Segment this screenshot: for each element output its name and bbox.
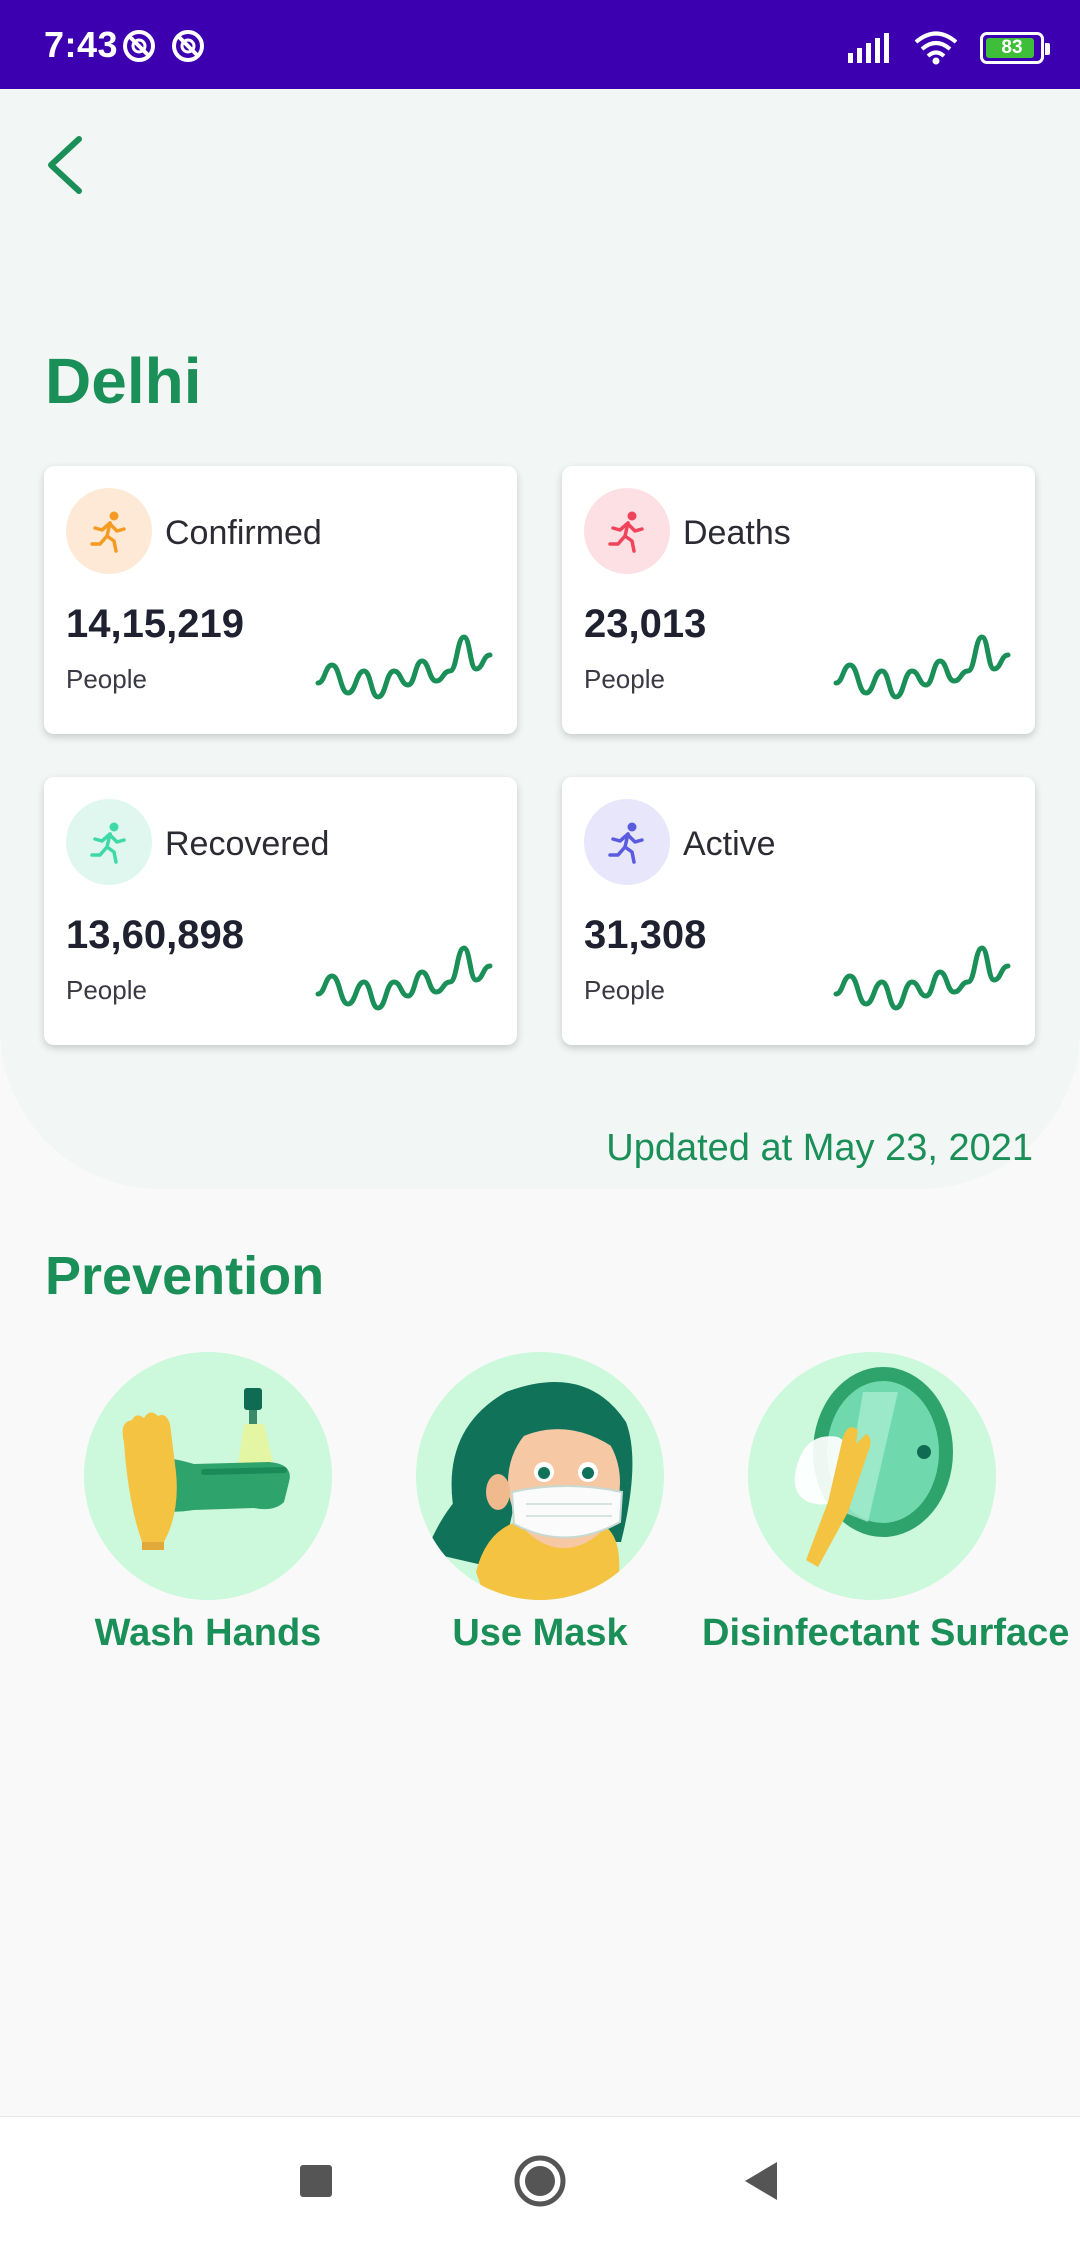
prevention-label: Disinfectant Surface (702, 1612, 1070, 1654)
prevention-title: Prevention (45, 1246, 325, 1306)
stat-unit: People (66, 664, 147, 694)
mask-person-illustration (426, 1382, 633, 1600)
stat-unit: People (66, 975, 147, 1005)
prevention-label: Use Mask (452, 1612, 628, 1654)
status-bar: 7:43 83 (0, 0, 1080, 89)
prevention-circle (84, 1352, 332, 1600)
wash-hands-illustration (122, 1388, 290, 1550)
stat-value: 14,15,219 (66, 602, 244, 646)
recents-square-icon (300, 2165, 332, 2197)
updated-timestamp: Updated at May 23, 2021 (606, 1127, 1033, 1169)
status-time: 7:43 (44, 24, 119, 65)
running-person-icon (90, 822, 126, 864)
stat-value: 13,60,898 (66, 913, 244, 957)
recents-button[interactable] (286, 2151, 346, 2211)
prevention-circle (748, 1352, 996, 1600)
stat-label: Recovered (165, 825, 330, 863)
sparkline-path (315, 634, 493, 700)
prevention-item-disinfectant-surface[interactable]: Disinfectant Surface (702, 1352, 1070, 1672)
card-icon (66, 799, 152, 885)
home-button[interactable] (510, 2151, 570, 2211)
stat-unit: People (584, 664, 665, 694)
stat-card-deaths[interactable]: Deaths 23,013 People (562, 466, 1035, 734)
running-person-icon (608, 822, 644, 864)
sparkline-chart (833, 634, 1011, 700)
do-not-disturb-icon (123, 30, 155, 62)
sparkline-path (833, 945, 1011, 1011)
running-person-icon (90, 511, 126, 553)
back-nav-button[interactable] (731, 2151, 791, 2211)
stat-label: Deaths (683, 514, 791, 552)
prevention-item-wash-hands[interactable]: Wash Hands (38, 1352, 378, 1672)
sparkline-chart (315, 634, 493, 700)
sparkline-chart (833, 945, 1011, 1011)
stat-label: Active (683, 825, 776, 863)
card-icon (584, 488, 670, 574)
battery-icon: 83 (980, 32, 1050, 64)
card-icon (66, 488, 152, 574)
stat-value: 23,013 (584, 602, 707, 646)
sparkline-path (315, 945, 493, 1011)
card-icon (584, 799, 670, 885)
stat-card-active[interactable]: Active 31,308 People (562, 777, 1035, 1045)
prevention-circle (416, 1352, 664, 1600)
page-title: Delhi (45, 345, 202, 417)
prevention-label: Wash Hands (94, 1612, 322, 1654)
sparkline-chart (315, 945, 493, 1011)
stat-card-confirmed[interactable]: Confirmed 14,15,219 People (44, 466, 517, 734)
wifi-icon (914, 31, 958, 65)
stat-label: Confirmed (165, 514, 322, 552)
stat-unit: People (584, 975, 665, 1005)
system-nav-bar (0, 2116, 1080, 2246)
stat-value: 31,308 (584, 913, 707, 957)
disinfect-surface-illustration (794, 1367, 953, 1567)
status-indicators: 83 (848, 28, 1050, 68)
do-not-disturb-icon (172, 30, 204, 62)
back-button[interactable] (30, 125, 100, 205)
cellular-signal-icon (848, 33, 889, 63)
prevention-item-use-mask[interactable]: Use Mask (370, 1352, 710, 1672)
battery-level: 83 (1001, 37, 1023, 58)
running-person-icon (608, 511, 644, 553)
sparkline-path (833, 634, 1011, 700)
stat-card-recovered[interactable]: Recovered 13,60,898 People (44, 777, 517, 1045)
home-circle-icon (514, 2155, 566, 2207)
chevron-left-icon (48, 136, 82, 194)
back-triangle-icon (745, 2162, 777, 2200)
